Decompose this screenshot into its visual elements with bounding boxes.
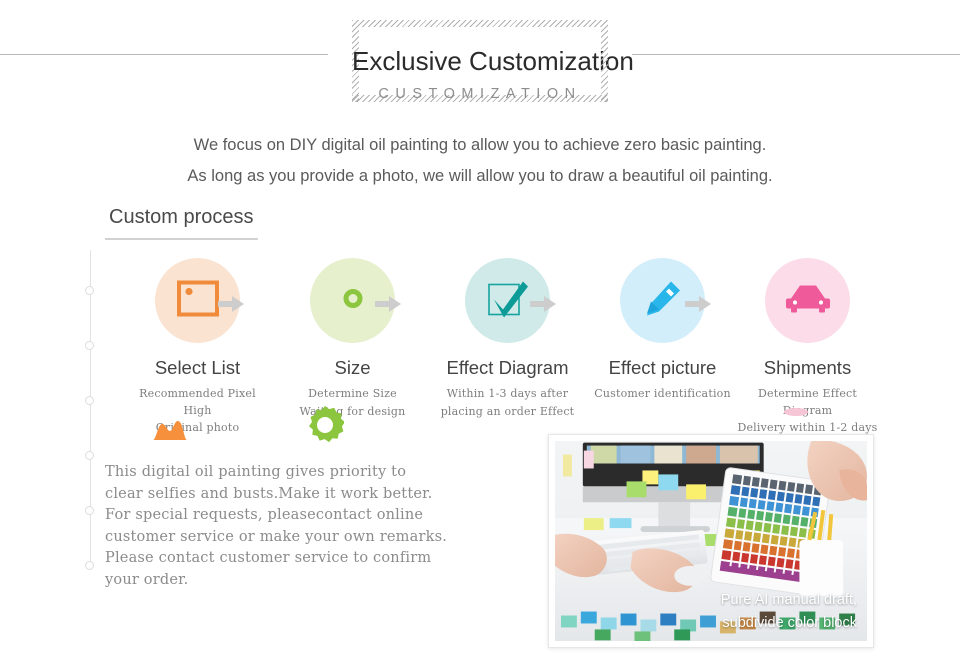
page-header: Exclusive Customization CUSTOMIZATION	[0, 0, 960, 120]
timeline-dot	[85, 451, 94, 460]
process-step-size[interactable]: Size Determine Size Waiting for design	[280, 258, 425, 420]
process-step-select-list[interactable]: Select List Recommended Pixel High Origi…	[125, 258, 270, 437]
mountain-shape-icon	[153, 418, 187, 445]
page-subtitle: CUSTOMIZATION	[378, 86, 582, 102]
step-sub-line-2: Waiting for design	[299, 404, 406, 418]
body-line-2: clear selfies and busts.Make it work bet…	[105, 485, 433, 502]
ring-dot-icon	[342, 287, 364, 314]
page-title: Exclusive Customization	[352, 46, 634, 76]
body-line-3: For special requests, pleasecontact onli…	[105, 507, 424, 523]
process-step-effect-picture[interactable]: Effect picture Customer identification	[590, 258, 735, 403]
gear-shape-icon	[306, 406, 345, 449]
step-sub-line-1: Customer identification	[594, 387, 731, 400]
step-label: Size	[334, 357, 371, 378]
body-line-1: This digital oil painting gives priority…	[105, 464, 407, 480]
header-title-box: Exclusive Customization CUSTOMIZATION	[352, 13, 634, 109]
checkbox-check-icon	[486, 278, 530, 323]
step-label: Shipments	[763, 357, 852, 378]
step-sub-line-1: Recommended Pixel High	[139, 387, 256, 417]
step-sub-line-1: Within 1-3 days after	[446, 387, 569, 400]
designer-desk-photo: Pure AI manual draft, subdivide color bl…	[555, 441, 867, 641]
timeline-dot	[85, 506, 94, 515]
body-line-4: customer service or make your own remark…	[105, 528, 448, 545]
arrow-right-icon	[218, 296, 244, 312]
process-steps: Select List Recommended Pixel High Origi…	[90, 258, 940, 434]
photo-caption: Pure AI manual draft, subdivide color bl…	[721, 589, 857, 635]
photo-card[interactable]: Pure AI manual draft, subdivide color bl…	[548, 434, 874, 648]
photo-caption-line-2: subdivide color block	[722, 615, 857, 631]
photo-caption-line-1: Pure AI manual draft,	[720, 592, 857, 608]
intro-line-1: We focus on DIY digital oil painting to …	[193, 136, 767, 154]
arrow-right-icon	[375, 296, 401, 312]
header-rule-right	[632, 54, 960, 55]
step-label: Effect Diagram	[446, 357, 569, 378]
process-step-effect-diagram[interactable]: Effect Diagram Within 1-3 days after pla…	[435, 258, 580, 420]
body-line-5: Please contact customer service to confi…	[105, 550, 432, 566]
image-frame-icon	[176, 280, 219, 321]
blush-shape-icon	[784, 404, 808, 422]
pencil-icon	[644, 279, 682, 322]
customization-page: Exclusive Customization CUSTOMIZATION We…	[0, 0, 960, 667]
car-icon	[785, 283, 830, 318]
step-sub-line-2: placing an order Effect	[440, 404, 575, 418]
intro-line-2: As long as you provide a photo, we will …	[187, 167, 773, 185]
arrow-right-icon	[530, 296, 556, 312]
step-sub-line-2: Original photo	[155, 421, 240, 434]
timeline-dot	[85, 561, 94, 570]
body-line-6: your order.	[105, 571, 189, 588]
body-copy: This digital oil painting gives priority…	[105, 462, 525, 591]
arrow-right-icon	[685, 296, 711, 312]
step-circle	[765, 258, 850, 343]
step-sub-line-1: Determine Size	[308, 387, 397, 400]
step-label: Effect picture	[608, 357, 717, 378]
section-title-wrap: Custom process	[105, 203, 258, 240]
section-title: Custom process	[105, 203, 258, 240]
step-label: Select List	[154, 357, 241, 378]
intro-text: We focus on DIY digital oil painting to …	[0, 130, 960, 192]
header-rule-left	[0, 54, 328, 55]
